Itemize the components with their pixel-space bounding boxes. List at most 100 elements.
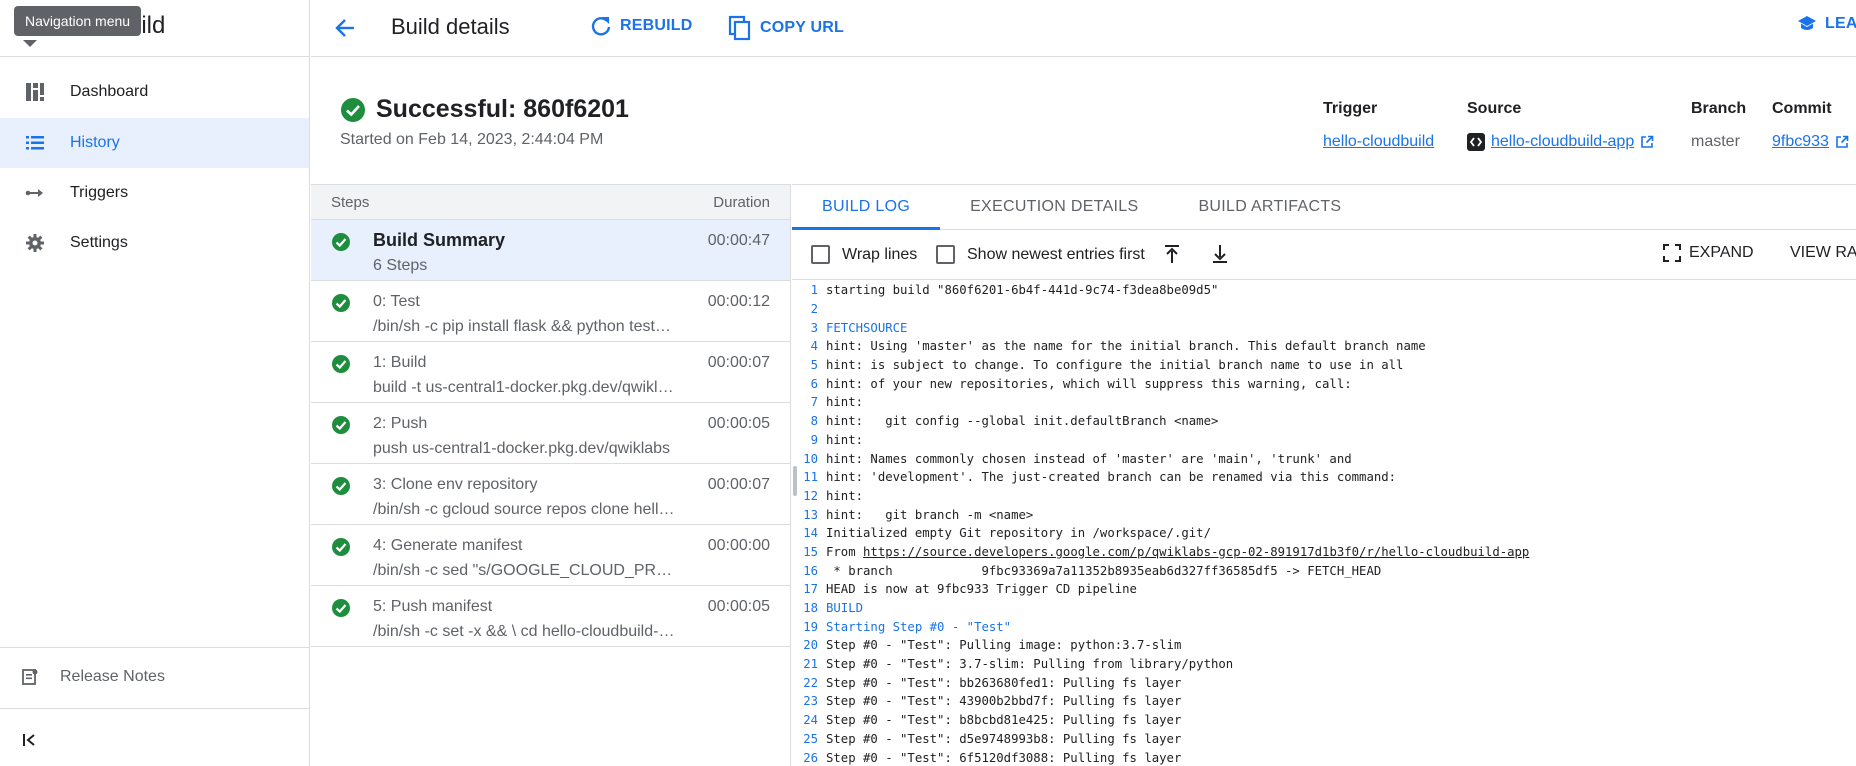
sidebar-item-triggers[interactable]: Triggers <box>0 168 309 218</box>
log-line-number[interactable]: 19 <box>792 620 826 634</box>
build-summary-row[interactable]: Build Summary 6 Steps 00:00:47 <box>311 220 790 281</box>
log-line-content: From <box>826 544 864 559</box>
log-line: 24 Step #0 - "Test": b8bcbd81e425: Pullin… <box>792 711 1856 730</box>
sidebar-item-label: History <box>70 134 120 151</box>
commit-link[interactable]: 9fbc933 <box>1772 133 1829 151</box>
step-row[interactable]: 3: Clone env repository/bin/sh -c gcloud… <box>311 464 790 525</box>
success-check-icon <box>332 416 350 434</box>
log-line-text: starting build "860f6201-6b4f-441d-9c74-… <box>826 283 1218 297</box>
learn-button[interactable]: LEARN <box>1797 15 1856 33</box>
log-line-number[interactable]: 18 <box>792 601 826 615</box>
success-check-icon <box>341 97 365 122</box>
step-command: /bin/sh -c gcloud source repos clone hel… <box>373 501 678 518</box>
log-tabs: BUILD LOG EXECUTION DETAILS BUILD ARTIFA… <box>792 184 1856 230</box>
step-row[interactable]: 1: Build build -t us-central1-docker.pkg.… <box>311 342 790 403</box>
step-command: build -t us-central1-docker.pkg.dev/qwik… <box>373 379 678 396</box>
source-meta: Source hello-cloudbuild-app <box>1467 100 1654 151</box>
log-line-number[interactable]: 22 <box>792 676 826 690</box>
log-line-number[interactable]: 8 <box>792 414 826 428</box>
tooltip-arrow <box>23 40 37 47</box>
log-line-text: BUILD <box>826 601 863 615</box>
step-row[interactable]: 4: Generate manifest/bin/sh -c sed "s/GO… <box>311 525 790 586</box>
log-line-number[interactable]: 13 <box>792 508 826 522</box>
log-line: 23 Step #0 - "Test": 43900b2bbd7f: Pullin… <box>792 692 1856 711</box>
log-line-number[interactable]: 9 <box>792 433 826 447</box>
main-header: Build details REBUILD COPY URL LEARN <box>311 0 1856 57</box>
scroll-to-top-button[interactable] <box>1162 243 1182 270</box>
log-line-content: Initialized empty Git repository in /wor… <box>826 526 1211 541</box>
trigger-meta: Trigger hello-cloudbuild <box>1323 100 1434 151</box>
back-button[interactable] <box>331 14 359 42</box>
copy-url-button[interactable]: COPY URL <box>728 15 844 41</box>
tab-execution-details[interactable]: EXECUTION DETAILS <box>940 185 1168 229</box>
open-in-new-icon[interactable] <box>1835 135 1849 149</box>
scroll-to-bottom-button[interactable] <box>1210 243 1230 270</box>
page-title: Build details <box>391 14 510 39</box>
tab-build-log[interactable]: BUILD LOG <box>792 185 941 230</box>
success-check-icon <box>332 355 350 373</box>
log-line-text: hint: Names commonly chosen instead of '… <box>826 452 1352 466</box>
log-line-text: Step #0 - "Test": b8bcbd81e425: Pulling … <box>826 713 1181 727</box>
duration-column-header: Duration <box>713 193 770 211</box>
release-notes-link[interactable]: Release Notes <box>0 652 309 702</box>
log-line-text: Step #0 - "Test": d5e9748993b8: Pulling … <box>826 732 1181 746</box>
log-line-number[interactable]: 23 <box>792 694 826 708</box>
log-line-number[interactable]: 7 <box>792 395 826 409</box>
gear-icon <box>0 234 70 252</box>
log-line-number[interactable]: 20 <box>792 638 826 652</box>
step-name: 2: Push <box>373 415 428 432</box>
log-line-number[interactable]: 4 <box>792 339 826 353</box>
dashboard-icon <box>0 82 70 102</box>
sidebar-item-history[interactable]: History <box>0 118 309 168</box>
step-row[interactable]: 0: Test/bin/sh -c pip install flask && p… <box>311 281 790 342</box>
success-check-icon <box>332 477 350 495</box>
log-source-link[interactable]: https://source.developers.google.com/p/q… <box>863 545 1529 559</box>
log-line-number[interactable]: 17 <box>792 582 826 596</box>
log-line-number[interactable]: 1 <box>792 283 826 297</box>
wrap-lines-checkbox[interactable] <box>811 245 830 264</box>
log-line: 14 Initialized empty Git repository in /w… <box>792 524 1856 543</box>
log-line-text: hint: is subject to change. To configure… <box>826 358 1403 372</box>
log-line-number[interactable]: 14 <box>792 526 826 540</box>
sidebar-item-dashboard[interactable]: Dashboard <box>0 67 309 117</box>
step-command: /bin/sh -c set -x && \ cd hello-cloudbui… <box>373 623 678 640</box>
log-line-number[interactable]: 15 <box>792 545 826 559</box>
log-line-number[interactable]: 24 <box>792 713 826 727</box>
log-line-number[interactable]: 11 <box>792 470 826 484</box>
log-line-number[interactable]: 3 <box>792 321 826 335</box>
expand-button[interactable]: EXPAND <box>1663 244 1754 262</box>
log-toolbar: Wrap lines Show newest entries first EXP… <box>792 230 1856 280</box>
tab-build-artifacts[interactable]: BUILD ARTIFACTS <box>1168 185 1371 229</box>
log-line-number[interactable]: 10 <box>792 452 826 466</box>
log-line-number[interactable]: 5 <box>792 358 826 372</box>
trigger-link[interactable]: hello-cloudbuild <box>1323 133 1434 151</box>
sidebar-item-settings[interactable]: Settings <box>0 218 309 268</box>
log-line: 26 Step #0 - "Test": 6f5120df3088: Pullin… <box>792 748 1856 766</box>
collapse-sidebar-button[interactable] <box>18 728 42 752</box>
log-line-number[interactable]: 6 <box>792 377 826 391</box>
log-line-content: Step #0 - "Test": 43900b2bbd7f: Pulling … <box>826 694 1182 709</box>
step-row[interactable]: 2: Push push us-central1-docker.pkg.dev/q… <box>311 403 790 464</box>
refresh-icon <box>591 17 611 36</box>
newest-first-option[interactable]: Show newest entries first <box>936 245 1145 264</box>
step-row[interactable]: 5: Push manifest/bin/sh -c set -x && \ c… <box>311 586 790 647</box>
success-check-icon <box>332 538 350 556</box>
log-line-text: hint: 'development'. The just-created br… <box>826 470 1396 484</box>
log-line-number[interactable]: 26 <box>792 751 826 765</box>
open-in-new-icon[interactable] <box>1640 135 1654 149</box>
wrap-lines-option[interactable]: Wrap lines <box>811 245 917 264</box>
log-line-number[interactable]: 25 <box>792 732 826 746</box>
log-line-number[interactable]: 12 <box>792 489 826 503</box>
log-line-number[interactable]: 21 <box>792 657 826 671</box>
log-line: 18 BUILD <box>792 599 1856 618</box>
view-raw-button[interactable]: VIEW RAW <box>1790 244 1856 262</box>
log-line-content: hint: <box>826 488 864 503</box>
log-line-content: starting build "860f6201-6b4f-441d-9c74-… <box>826 283 1219 298</box>
log-line-number[interactable]: 16 <box>792 564 826 578</box>
newest-first-checkbox[interactable] <box>936 245 955 264</box>
log-line-content: * branch 9fbc93369a7a11352b8935eab6d327f… <box>826 563 1382 578</box>
source-link[interactable]: hello-cloudbuild-app <box>1491 133 1634 151</box>
log-line: 4 hint: Using 'master' as the name for th… <box>792 337 1856 356</box>
rebuild-button[interactable]: REBUILD <box>590 15 693 37</box>
log-line-number[interactable]: 2 <box>792 302 826 316</box>
